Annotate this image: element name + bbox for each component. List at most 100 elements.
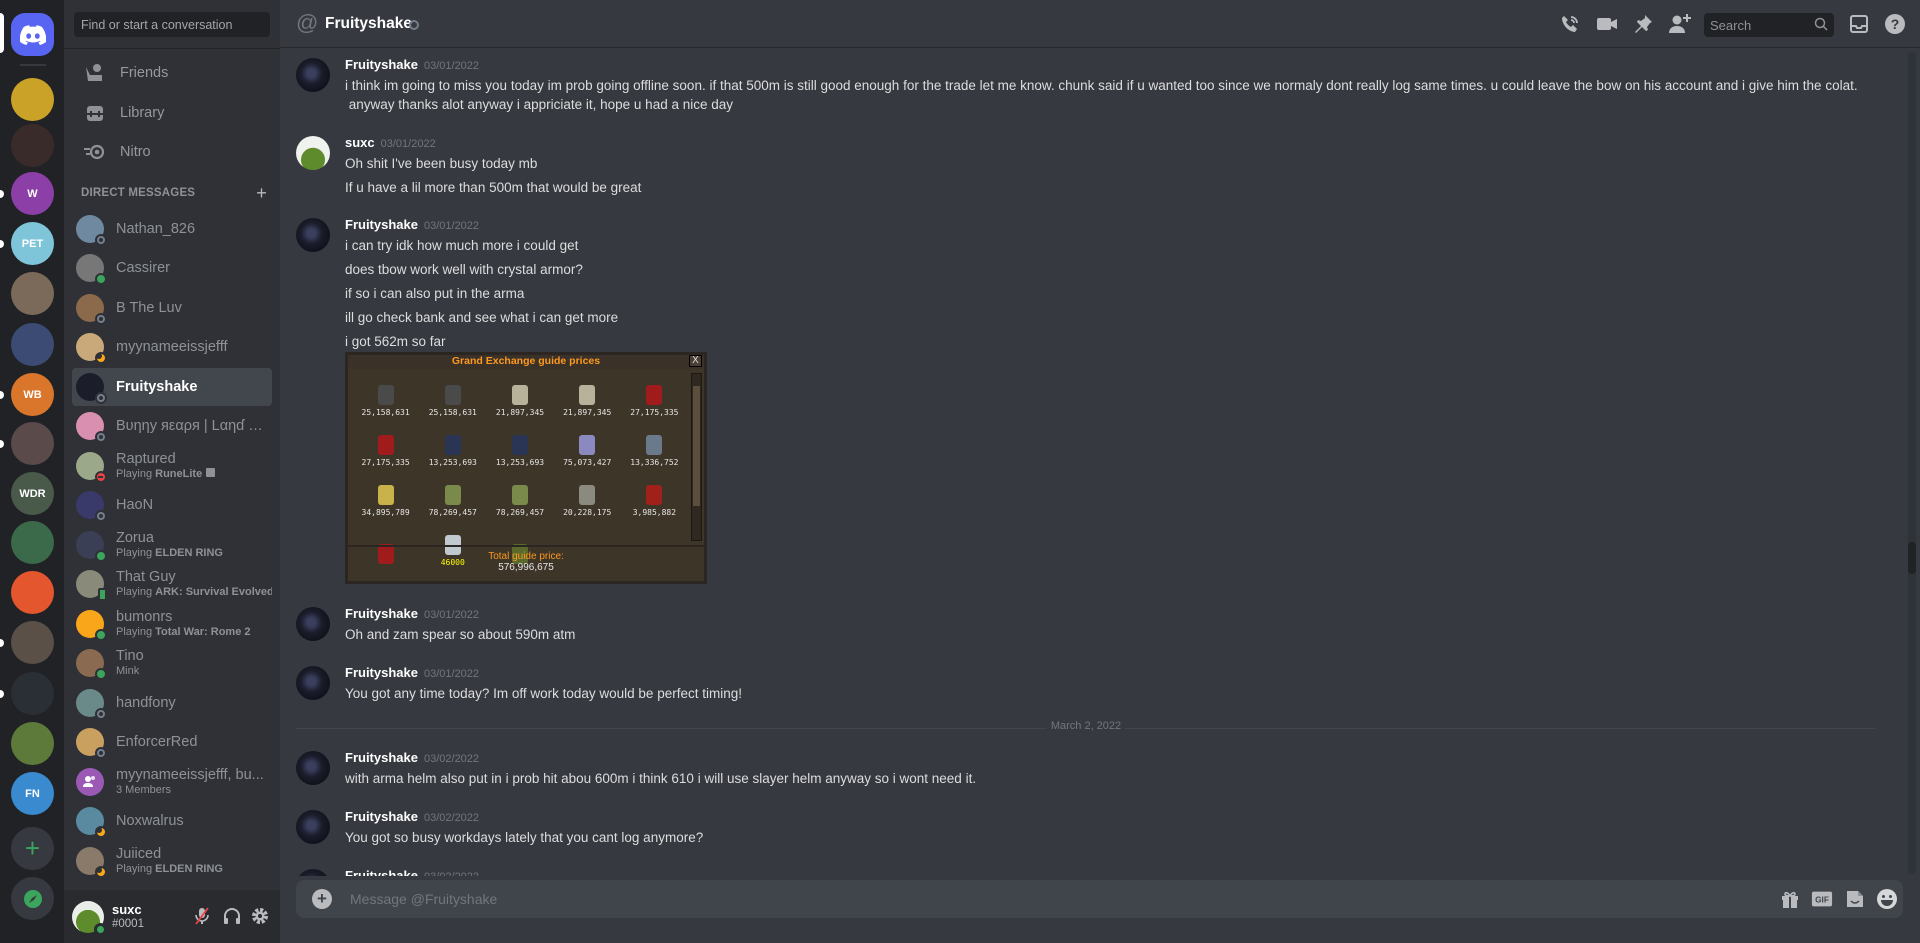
help-icon[interactable]: ? [1883, 12, 1907, 36]
dm-item[interactable]: bumonrs Playing Total War: Rome 2 [72, 605, 272, 643]
dm-item[interactable]: Cassirer [72, 249, 272, 287]
create-dm-plus-icon[interactable]: + [256, 183, 267, 204]
dm-item[interactable]: EnforcerRed [72, 723, 272, 761]
message-author[interactable]: Fruityshake [345, 750, 418, 765]
unread-indicator [0, 639, 4, 647]
video-call-icon[interactable] [1595, 12, 1619, 36]
plus-icon: + [24, 833, 41, 863]
dm-avatar [76, 610, 107, 641]
dm-avatar [76, 570, 107, 601]
dm-item[interactable]: HaoN [72, 486, 272, 524]
gif-picker-icon[interactable]: GIF [1811, 888, 1833, 910]
scrollbar-thumb[interactable] [1908, 542, 1916, 574]
server-icon[interactable]: PET [11, 222, 54, 265]
activity-prefix: Playing [116, 547, 156, 559]
message-avatar[interactable] [296, 136, 330, 170]
dm-item[interactable]: Juiiced Playing ELDEN RING [72, 842, 272, 880]
discord-logo-icon [19, 24, 46, 45]
home-button[interactable] [11, 13, 54, 56]
dm-item[interactable]: Bυηηy яεαρя | Lαηɗ σ... [72, 407, 272, 445]
user-avatar[interactable] [72, 900, 107, 936]
server-icon[interactable]: FN [11, 772, 54, 815]
message-avatar[interactable] [296, 218, 330, 252]
dm-item[interactable]: B The Luv [72, 289, 272, 327]
find-conversation-input[interactable]: Find or start a conversation [74, 12, 270, 37]
message-avatar[interactable] [296, 869, 330, 876]
dm-item[interactable]: Raptured Playing RuneLite [72, 447, 272, 485]
message-avatar[interactable] [296, 58, 330, 92]
message-author[interactable]: Fruityshake [345, 809, 418, 824]
inbox-icon[interactable] [1847, 12, 1871, 36]
server-icon[interactable] [11, 621, 54, 664]
nav-nitro[interactable]: Nitro [72, 133, 272, 171]
mute-mic-icon[interactable] [192, 906, 212, 926]
settings-gear-icon[interactable] [250, 906, 270, 926]
idle-status-icon [95, 826, 107, 838]
message-avatar[interactable] [296, 810, 330, 844]
search-input[interactable]: Search [1704, 13, 1834, 37]
activity-prefix: Playing [116, 626, 156, 638]
message-avatar[interactable] [296, 607, 330, 641]
message-avatar[interactable] [296, 751, 330, 785]
add-friends-to-dm-icon[interactable] [1668, 12, 1692, 36]
ge-item: 13,336,752 [621, 423, 688, 473]
message-input[interactable] [350, 880, 1650, 918]
dm-item[interactable]: handfony [72, 684, 272, 722]
message-author[interactable]: Fruityshake [345, 217, 418, 232]
dm-item[interactable]: Zorua Playing ELDEN RING [72, 526, 272, 564]
server-icon[interactable] [11, 124, 54, 167]
message-author[interactable]: suxc [345, 135, 375, 150]
emoji-picker-icon[interactable] [1876, 888, 1898, 910]
headphones-icon[interactable] [222, 906, 242, 926]
message-author[interactable]: Fruityshake [345, 868, 418, 876]
server-icon[interactable] [11, 323, 54, 366]
message-header: Fruityshake 03/01/2022 [345, 605, 479, 624]
dm-item[interactable]: myynameeissjefff, bu... 3 Members [72, 763, 272, 801]
search-icon [1814, 17, 1828, 34]
message-text: does tbow work well with crystal armor? [345, 262, 583, 277]
dm-item[interactable]: Fruityshake [72, 368, 272, 406]
dm-name: Nathan_826 [116, 220, 196, 237]
message-author[interactable]: Fruityshake [345, 57, 418, 72]
add-server-button[interactable]: + [11, 827, 54, 870]
dm-item[interactable]: Tino Mink [72, 644, 272, 682]
message-header: Fruityshake 03/02/2022 [345, 808, 479, 827]
dm-item[interactable]: myynameeissjefff [72, 328, 272, 366]
ge-item: 13,253,693 [419, 423, 486, 473]
message-avatar[interactable] [296, 666, 330, 700]
ge-item-grid: 25,158,631 25,158,631 21,897,345 21,897,345… [352, 373, 688, 567]
ge-item: 21,897,345 [554, 373, 621, 423]
gift-icon[interactable] [1779, 888, 1801, 910]
message-author[interactable]: Fruityshake [345, 665, 418, 680]
server-icon[interactable] [11, 422, 54, 465]
message-header: Fruityshake 03/01/2022 [345, 216, 479, 235]
dm-avatar [76, 807, 107, 838]
image-attachment-ge-prices[interactable]: Grand Exchange guide prices X 25,158,631 25… [345, 352, 707, 584]
dm-text: Fruityshake [116, 379, 266, 396]
server-icon[interactable]: WB [11, 373, 54, 416]
server-icon[interactable] [11, 722, 54, 765]
voice-call-icon[interactable] [1558, 12, 1582, 36]
dm-item[interactable]: Noxwalrus [72, 802, 272, 840]
message-author[interactable]: Fruityshake [345, 606, 418, 621]
rich-presence-icon [206, 468, 216, 477]
mob-status-icon [98, 588, 107, 601]
message-scrollbar[interactable] [1908, 52, 1916, 874]
server-icon[interactable] [11, 672, 54, 715]
dm-text: Nathan_826 [116, 221, 266, 238]
server-icon[interactable]: WDR [11, 472, 54, 515]
upload-plus-icon[interactable]: + [312, 889, 332, 909]
sticker-picker-icon[interactable] [1844, 888, 1866, 910]
server-icon[interactable]: W [11, 172, 54, 215]
nav-friends[interactable]: Friends [72, 54, 272, 92]
nav-library[interactable]: Library [72, 94, 272, 132]
off-status-icon [95, 313, 107, 325]
explore-servers-button[interactable] [11, 877, 54, 920]
server-icon[interactable] [11, 521, 54, 564]
dm-item[interactable]: That Guy Playing ARK: Survival Evolved [72, 565, 272, 603]
server-icon[interactable] [11, 571, 54, 614]
server-icon[interactable] [11, 78, 54, 121]
server-icon[interactable] [11, 272, 54, 315]
pinned-messages-icon[interactable] [1631, 12, 1655, 36]
dm-item[interactable]: Nathan_826 [72, 210, 272, 248]
